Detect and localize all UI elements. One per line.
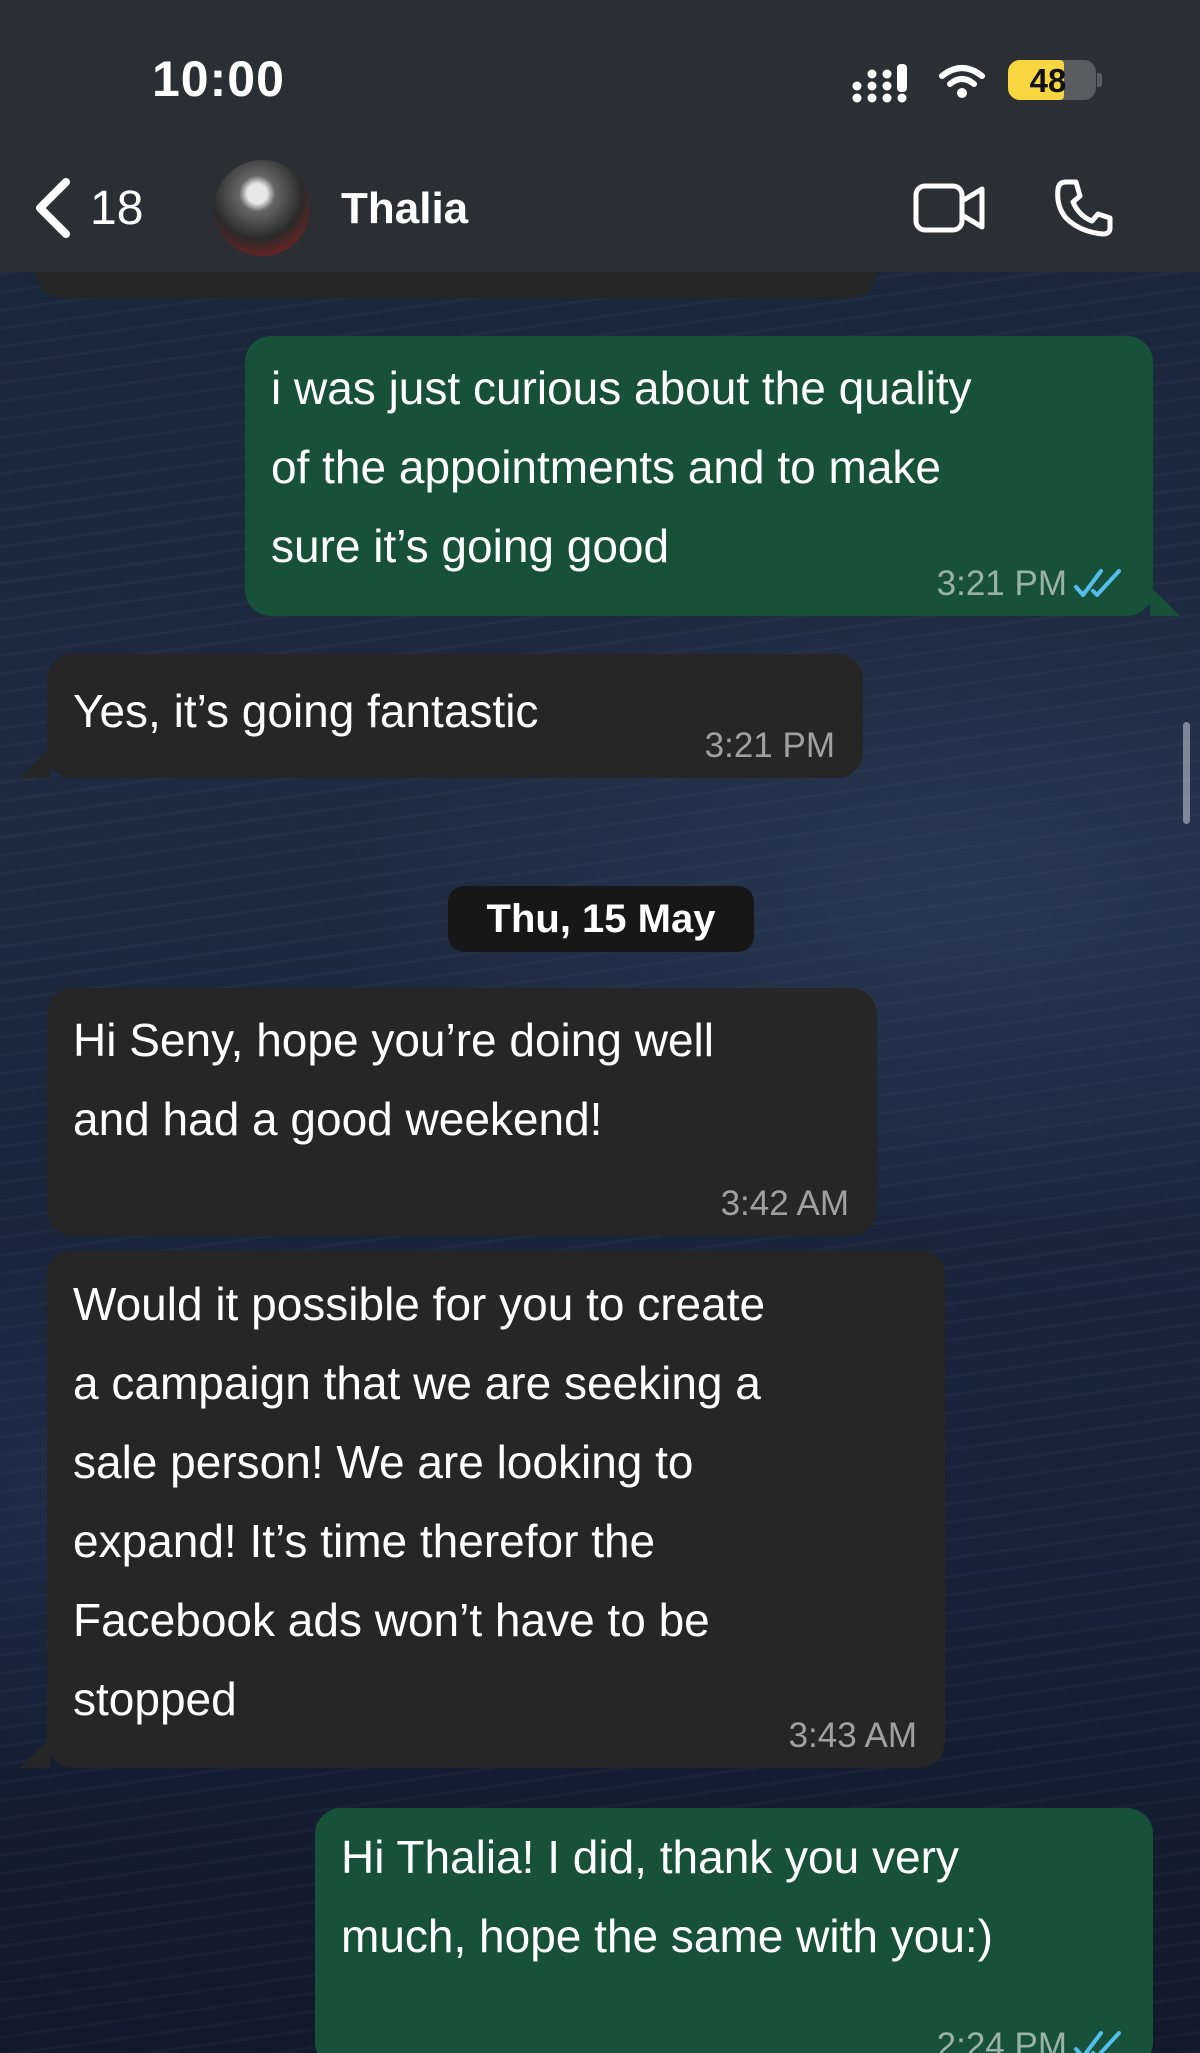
read-receipt-icon: [1074, 569, 1121, 597]
message-time: 3:21 PM: [936, 564, 1067, 603]
chevron-left-icon: [36, 178, 70, 238]
incoming-message-bubble[interactable]: Would it possible for you to create a ca…: [47, 1250, 945, 1768]
message-time: 3:42 AM: [720, 1184, 849, 1223]
message-meta: 2:24 PM: [937, 2026, 1125, 2053]
battery-level: 48: [1029, 62, 1067, 99]
battery-icon: 48: [1008, 60, 1102, 100]
bubble-tail: [20, 1738, 50, 1768]
unread-count: 18: [90, 181, 144, 235]
message-text: Would it possible for you to create a ca…: [73, 1278, 766, 1725]
message-meta: 3:42 AM: [721, 1184, 849, 1224]
chat-header: 10:00 48 18 Thalia: [0, 0, 1200, 272]
video-camera-icon[interactable]: [912, 180, 988, 236]
phone-icon[interactable]: [1052, 176, 1116, 240]
message-time: 3:43 AM: [788, 1716, 917, 1755]
incoming-message-bubble[interactable]: Hi Seny, hope you’re doing well and had …: [47, 988, 877, 1236]
read-receipt-icon: [1074, 2031, 1121, 2053]
message-meta: 3:21 PM: [937, 564, 1125, 604]
scrollbar[interactable]: [1183, 722, 1190, 824]
outgoing-message-bubble[interactable]: Hi Thalia! I did, thank you very much, h…: [315, 1808, 1153, 2053]
back-button[interactable]: 18: [30, 172, 180, 244]
message-text: i was just curious about the quality of …: [271, 362, 972, 572]
message-text: Hi Thalia! I did, thank you very much, h…: [341, 1831, 993, 1962]
bubble-tail: [1150, 586, 1180, 616]
contact-name[interactable]: Thalia: [341, 184, 468, 234]
bubble-tail: [20, 748, 50, 778]
status-time: 10:00: [152, 51, 285, 107]
message-time: 3:21 PM: [704, 726, 835, 765]
message-text: Hi Seny, hope you’re doing well and had …: [73, 1014, 714, 1145]
avatar[interactable]: [214, 160, 310, 256]
date-separator: Thu, 15 May: [448, 886, 754, 952]
message-meta: 3:21 PM: [705, 726, 835, 766]
wifi-icon: [939, 65, 985, 98]
incoming-message-bubble[interactable]: Yes, it’s going fantastic 3:21 PM: [47, 654, 863, 778]
message-meta: 3:43 AM: [789, 1716, 917, 1756]
cellular-signal-icon: [852, 64, 907, 103]
message-time: 2:24 PM: [936, 2026, 1067, 2053]
outgoing-message-bubble[interactable]: i was just curious about the quality of …: [245, 336, 1153, 616]
